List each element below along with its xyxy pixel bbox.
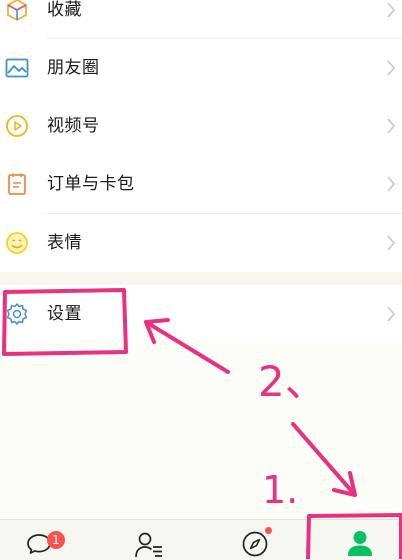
stickers-smiley-icon — [6, 232, 28, 254]
menu-item-label: 表情 — [47, 233, 82, 253]
orders-clipboard-icon — [8, 173, 26, 195]
menu-item-label: 设置 — [47, 304, 82, 324]
tab-chats[interactable]: 1 — [0, 520, 100, 560]
menu-item-label: 视频号 — [47, 116, 100, 136]
tab-me[interactable] — [306, 520, 402, 560]
contacts-icon — [135, 532, 162, 558]
new-content-dot — [265, 527, 272, 534]
menu-item-label: 订单与卡包 — [47, 174, 135, 194]
menu-item-orders-cards[interactable]: 订单与卡包 — [0, 155, 402, 213]
moments-picture-icon — [5, 58, 29, 78]
arrow-to-me-tab — [291, 422, 357, 497]
menu-item-stickers[interactable]: 表情 — [0, 214, 402, 272]
menu-item-channels[interactable]: 视频号 — [0, 97, 402, 155]
chevron-right-icon — [387, 2, 396, 18]
chevron-right-icon — [387, 235, 396, 251]
menu-item-label: 收藏 — [47, 0, 82, 20]
unread-badge: 1 — [47, 531, 65, 549]
bottom-tab-bar: 1 — [0, 519, 402, 560]
tab-discover[interactable] — [205, 520, 305, 560]
menu-item-settings[interactable]: 设置 — [0, 285, 402, 343]
chevron-right-icon — [387, 60, 396, 76]
menu-item-favorites[interactable]: 收藏 — [0, 0, 402, 39]
chevron-right-icon — [387, 118, 396, 134]
chevron-right-icon — [387, 306, 396, 322]
menu-item-label: 朋友圈 — [47, 58, 100, 78]
chevron-right-icon — [387, 176, 396, 192]
settings-gear-icon — [6, 303, 28, 325]
step-two-label: 2、 — [258, 357, 327, 406]
tab-contacts[interactable] — [100, 520, 200, 560]
step-one-label: 1. — [262, 468, 298, 512]
menu-item-moments[interactable]: 朋友圈 — [0, 39, 402, 97]
me-person-icon — [348, 531, 372, 556]
compass-icon — [242, 531, 268, 557]
favorites-cube-icon — [7, 0, 27, 22]
section-gap — [0, 272, 402, 285]
channels-play-icon — [6, 115, 28, 137]
